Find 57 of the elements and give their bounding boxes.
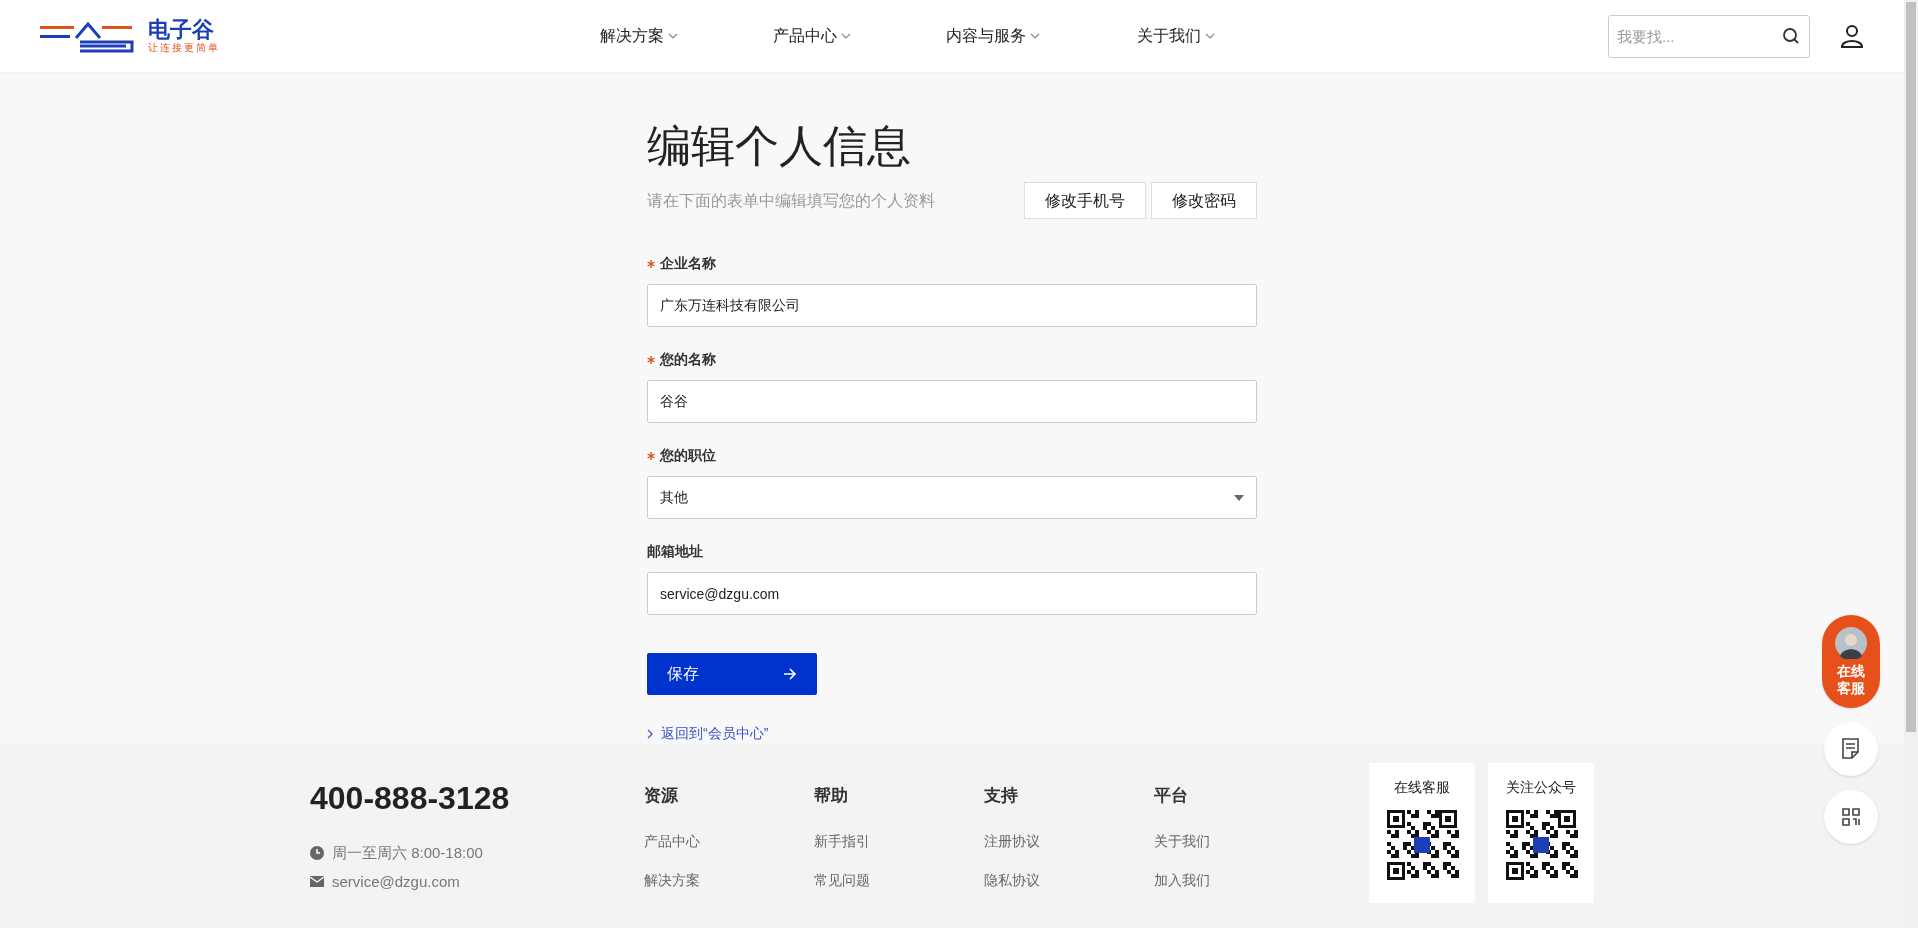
field-label: 邮箱地址 (647, 542, 703, 561)
chat-button[interactable]: 在线客服 (1822, 615, 1880, 708)
business-hours: 周一至周六 8:00-18:00 (332, 843, 483, 863)
column-heading: 帮助 (814, 785, 849, 807)
avatar (1835, 627, 1867, 659)
nav-item[interactable]: 关于我们 (1137, 24, 1215, 48)
qr-caption: 关注公众号 (1506, 778, 1576, 797)
qr-code-icon (1842, 808, 1860, 826)
feedback-button[interactable] (1824, 722, 1878, 776)
select-field[interactable]: 其他 (647, 476, 1257, 519)
page-title: 编辑个人信息 (647, 120, 912, 172)
footer-link[interactable]: 关于我们 (1154, 830, 1210, 852)
nav-item[interactable]: 产品中心 (773, 24, 851, 48)
search-icon[interactable] (1782, 26, 1800, 45)
scrollbar-thumb[interactable] (1906, 2, 1916, 732)
field-label: 企业名称 (660, 254, 716, 273)
footer-link[interactable]: 新手指引 (814, 830, 870, 852)
nav-item[interactable]: 解决方案 (600, 24, 678, 48)
dropdown-caret-icon (1234, 494, 1244, 501)
footer-link[interactable]: 常见问题 (814, 869, 870, 891)
contact-email: service@dzgu.com (332, 871, 460, 892)
scrollbar-track[interactable] (1904, 0, 1918, 928)
footer-link[interactable]: 注册协议 (984, 830, 1040, 852)
logo[interactable]: 电子谷 让连接更简单 (0, 18, 600, 54)
chevron-down-icon (1205, 33, 1215, 39)
input-field[interactable]: service@dzgu.com (647, 572, 1257, 615)
chevron-right-icon (647, 728, 653, 739)
page-subtitle: 请在下面的表单中编辑填写您的个人资料 (647, 190, 935, 211)
nav-item[interactable]: 内容与服务 (946, 24, 1040, 48)
back-link[interactable]: 返回到“会员中心” (647, 723, 769, 744)
document-icon (1841, 738, 1861, 760)
search-field[interactable]: 我要找... (1608, 14, 1810, 58)
logo-text: 电子谷 (148, 18, 215, 42)
save-button[interactable]: 保存 (647, 653, 817, 695)
input-field[interactable]: 谷谷 (647, 380, 1257, 423)
chevron-down-icon (841, 33, 851, 39)
action-button[interactable]: 修改手机号 (1024, 182, 1146, 219)
mail-icon (310, 876, 324, 888)
input-field[interactable]: 广东万连科技有限公司 (647, 284, 1257, 327)
field-label: 您的名称 (660, 350, 716, 369)
footer-link[interactable]: 隐私协议 (984, 869, 1040, 891)
column-heading: 平台 (1154, 785, 1189, 807)
user-icon[interactable] (1840, 24, 1864, 48)
clock-icon (310, 846, 324, 861)
chevron-down-icon (668, 33, 678, 39)
footer-link[interactable]: 产品中心 (644, 830, 700, 852)
logo-tagline: 让连接更简单 (148, 42, 220, 54)
footer-link[interactable]: 加入我们 (1154, 869, 1210, 891)
qr-caption: 在线客服 (1394, 778, 1450, 797)
phone-number: 400-888-3128 (310, 779, 511, 818)
footer-link[interactable]: 解决方案 (644, 869, 700, 891)
field-label: 您的职位 (660, 446, 716, 465)
action-button[interactable]: 修改密码 (1151, 182, 1257, 219)
arrow-right-icon (783, 668, 797, 680)
chevron-down-icon (1030, 33, 1040, 39)
column-heading: 资源 (644, 785, 679, 807)
column-heading: 支持 (984, 785, 1019, 807)
